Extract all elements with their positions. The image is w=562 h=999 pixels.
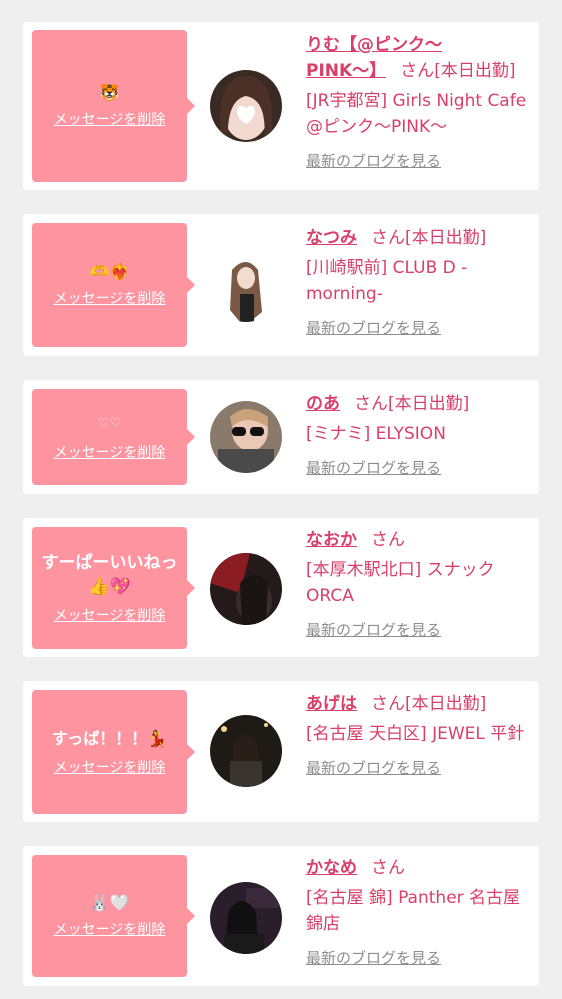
avatar[interactable] (210, 401, 282, 473)
delete-message-link[interactable]: メッセージを削除 (54, 605, 166, 625)
latest-blog-link[interactable]: 最新のブログを見る (306, 150, 441, 172)
cast-name[interactable]: かなめ (306, 858, 357, 878)
message-text: ♡♡ (97, 416, 122, 431)
avatar[interactable] (210, 250, 282, 322)
shop-name: [名古屋 錦] Panther 名古屋錦店 (306, 888, 521, 934)
cast-info: なおか さん [本厚木駅北口] スナック ORCA 最新のブログを見る (306, 527, 529, 641)
message-card: 🫶❤️‍🔥 メッセージを削除 なつみ さん[本日出勤] [川崎駅前] CLUB D… (23, 214, 539, 356)
latest-blog-link[interactable]: 最新のブログを見る (306, 317, 441, 339)
shop-name: [JR宇都宮] Girls Night Cafe @ピンク〜PINK〜 (306, 91, 527, 137)
cast-info: あげは さん[本日出勤] [名古屋 天白区] JEWEL 平針 最新のブログを見る (306, 691, 529, 779)
message-card: ♡♡ メッセージを削除 のあ さん[本日出勤] [ミナミ] ELYSION 最新の… (23, 380, 539, 494)
cast-name[interactable]: のあ (306, 394, 340, 414)
shop-name: [ミナミ] ELYSION (306, 424, 446, 444)
delete-message-link[interactable]: メッセージを削除 (54, 288, 166, 308)
latest-blog-link[interactable]: 最新のブログを見る (306, 757, 441, 779)
delete-message-link[interactable]: メッセージを削除 (54, 109, 166, 129)
cast-info: かなめ さん [名古屋 錦] Panther 名古屋錦店 最新のブログを見る (306, 855, 529, 969)
avatar[interactable] (210, 715, 282, 787)
delete-message-link[interactable]: メッセージを削除 (54, 919, 166, 939)
honorific: さん (371, 858, 405, 878)
message-text: 🐰🤍 (89, 893, 130, 912)
message-bubble: ♡♡ メッセージを削除 (32, 389, 195, 485)
honorific: さん (371, 694, 405, 714)
message-card: すっぱ！！！💃 メッセージを削除 あげは さん[本日出勤] [名古屋 天白区] J… (23, 681, 539, 822)
delete-message-link[interactable]: メッセージを削除 (54, 757, 166, 777)
avatar[interactable] (210, 553, 282, 625)
message-card: すーぱーいいねっ👍💖 メッセージを削除 なおか さん [本厚木駅北口] スナック … (23, 518, 539, 657)
cast-info: なつみ さん[本日出勤] [川崎駅前] CLUB D -morning- 最新のブ… (306, 225, 529, 339)
latest-blog-link[interactable]: 最新のブログを見る (306, 457, 441, 479)
status-badge: [本日出勤] (388, 394, 470, 414)
message-card: 🐰🤍 メッセージを削除 かなめ さん [名古屋 錦] Panther 名古屋錦店 … (23, 846, 539, 986)
honorific: さん (371, 228, 405, 248)
avatar[interactable] (210, 882, 282, 954)
message-text: すーぱーいいねっ👍💖 (41, 553, 178, 597)
message-text: 🐯 (99, 83, 120, 102)
shop-name: [川崎駅前] CLUB D -morning- (306, 258, 468, 304)
message-bubble: すーぱーいいねっ👍💖 メッセージを削除 (32, 527, 195, 649)
honorific: さん (400, 61, 435, 81)
delete-message-link[interactable]: メッセージを削除 (54, 442, 166, 462)
status-badge: [本日出勤] (405, 694, 487, 714)
honorific: さん (371, 530, 405, 550)
message-text: すっぱ！！！💃 (51, 729, 168, 748)
cast-name[interactable]: なおか (306, 530, 357, 550)
message-bubble: 🐯 メッセージを削除 (32, 30, 195, 182)
shop-name: [名古屋 天白区] JEWEL 平針 (306, 724, 525, 744)
status-badge: [本日出勤] (434, 61, 516, 81)
message-card: 🐯 メッセージを削除 りむ【@ピンク〜 PINK〜】 さん[本日出勤] [JR宇都宮… (23, 22, 539, 190)
cast-name[interactable]: あげは (306, 694, 357, 714)
cast-name[interactable]: なつみ (306, 228, 357, 248)
message-text: 🫶❤️‍🔥 (89, 262, 130, 281)
status-badge: [本日出勤] (405, 228, 487, 248)
honorific: さん (354, 394, 388, 414)
message-list: 🐯 メッセージを削除 りむ【@ピンク〜 PINK〜】 さん[本日出勤] [JR宇都宮… (0, 0, 562, 986)
latest-blog-link[interactable]: 最新のブログを見る (306, 619, 441, 641)
latest-blog-link[interactable]: 最新のブログを見る (306, 947, 441, 969)
cast-info: りむ【@ピンク〜 PINK〜】 さん[本日出勤] [JR宇都宮] Girls Nig… (306, 32, 529, 172)
message-bubble: 🐰🤍 メッセージを削除 (32, 855, 195, 977)
message-bubble: 🫶❤️‍🔥 メッセージを削除 (32, 223, 195, 347)
message-bubble: すっぱ！！！💃 メッセージを削除 (32, 690, 195, 814)
cast-info: のあ さん[本日出勤] [ミナミ] ELYSION 最新のブログを見る (306, 391, 529, 479)
shop-name: [本厚木駅北口] スナック ORCA (306, 560, 495, 606)
avatar[interactable] (210, 70, 282, 142)
